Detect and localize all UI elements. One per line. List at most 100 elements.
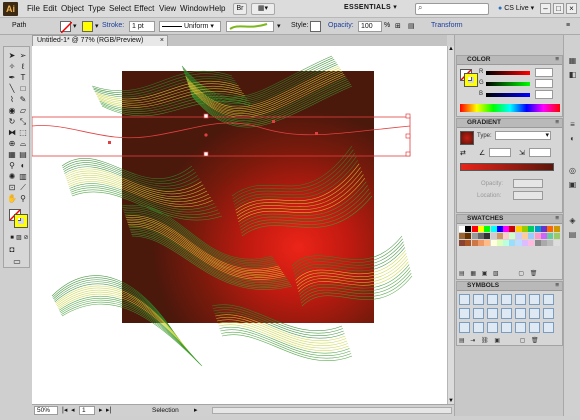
swatch[interactable] (522, 240, 528, 246)
zoom-field[interactable]: 50% (34, 406, 58, 415)
aspect-ratio-field[interactable] (529, 148, 551, 157)
swatch[interactable] (503, 226, 510, 232)
swatch[interactable] (540, 240, 547, 246)
swatch[interactable] (540, 233, 547, 239)
perspective-grid-icon[interactable]: ⌓ (18, 139, 28, 149)
symbol-thumbnail[interactable] (473, 322, 484, 333)
swatch[interactable] (547, 240, 554, 246)
color-stroke-box[interactable] (464, 73, 478, 87)
gradient-thumbnail[interactable] (460, 131, 474, 145)
swatch[interactable] (490, 226, 497, 232)
blend-tool-icon[interactable]: ◐ (18, 161, 28, 171)
symbol-thumbnail[interactable] (515, 294, 526, 305)
bbox-handle-top-right[interactable] (405, 113, 411, 119)
swatch[interactable] (471, 233, 478, 239)
menu-edit[interactable]: Edit (43, 4, 57, 13)
symbol-thumbnail[interactable] (459, 322, 470, 333)
swatch[interactable] (477, 240, 484, 246)
swatch[interactable] (515, 226, 522, 232)
r-slider[interactable] (486, 71, 530, 75)
swatch-libraries-icon[interactable]: ▤ (459, 271, 465, 277)
close-button[interactable]: × (566, 3, 577, 14)
panel-menu-icon[interactable]: ≡ (555, 282, 559, 290)
arrange-documents-button[interactable]: ▦▾ (251, 3, 275, 15)
swatches-panel-title[interactable]: SWATCHES ≡ (457, 215, 562, 224)
status-mode[interactable]: Selection (152, 407, 179, 414)
color-guide-icon[interactable]: ▦ (567, 55, 578, 66)
previous-artboard-icon[interactable]: ◂ (71, 406, 75, 414)
swatch[interactable] (503, 240, 510, 246)
graphic-style-swatch[interactable] (310, 21, 321, 32)
status-mode-arrow-icon[interactable]: ▸ (194, 406, 198, 414)
next-artboard-icon[interactable]: ▸ (99, 406, 103, 414)
swatch[interactable] (547, 226, 554, 232)
swatch[interactable] (496, 226, 503, 232)
g-value-field[interactable] (535, 79, 553, 88)
swatch[interactable] (509, 233, 516, 239)
panel-menu-icon[interactable]: ≡ (555, 56, 559, 64)
type-tool-icon[interactable]: T (18, 73, 28, 83)
stroke-weight-field[interactable]: 1 pt (129, 21, 155, 32)
symbol-libraries-icon[interactable]: ▤ (459, 338, 465, 344)
blob-brush-icon[interactable]: ◉ (7, 106, 17, 116)
stroke-panel-icon[interactable]: ≡ (567, 119, 578, 130)
symbol-thumbnail[interactable] (473, 308, 484, 319)
pen-tool-icon[interactable]: ✒ (7, 73, 17, 83)
direct-selection-tool-icon[interactable]: ➢ (18, 51, 28, 61)
symbol-thumbnail[interactable] (487, 322, 498, 333)
reverse-gradient-icon[interactable]: ⇄ (460, 149, 466, 157)
symbol-thumbnail[interactable] (543, 294, 554, 305)
delete-symbol-icon[interactable]: 🗑 (531, 338, 539, 344)
swatch[interactable] (471, 226, 478, 232)
swatch[interactable] (503, 233, 510, 239)
transform-link[interactable]: Transform (431, 22, 463, 29)
variable-width-profile[interactable]: Uniform ▾ (159, 21, 221, 32)
swatch[interactable] (534, 240, 541, 246)
fill-swatch[interactable] (60, 21, 73, 34)
swatch[interactable] (484, 226, 491, 232)
angle-field[interactable] (489, 148, 511, 157)
symbol-thumbnail[interactable] (529, 294, 540, 305)
color-themes-icon[interactable]: ◧ (567, 69, 578, 80)
fill-stroke-widget[interactable] (9, 209, 28, 228)
swatch[interactable] (484, 233, 491, 239)
symbol-thumbnail[interactable] (487, 308, 498, 319)
swatch[interactable] (459, 240, 465, 246)
swatch[interactable] (534, 226, 541, 232)
horizontal-scrollbar[interactable] (212, 407, 452, 414)
aspect-ratio-icon[interactable]: ⇲ (519, 149, 525, 157)
swatch[interactable] (459, 233, 465, 239)
artboards-panel-icon[interactable]: ▤ (567, 229, 578, 240)
color-panel-title[interactable]: COLOR ≡ (457, 56, 562, 65)
swatch[interactable] (496, 240, 503, 246)
opacity-field[interactable]: 100 (358, 21, 382, 32)
swatch[interactable] (515, 233, 522, 239)
swatch[interactable] (522, 226, 528, 232)
hand-tool-icon[interactable]: ✋ (7, 194, 17, 204)
place-symbol-icon[interactable]: ⇥ (470, 338, 475, 344)
artboard-tool-icon[interactable]: ⊡ (7, 183, 17, 193)
menu-window[interactable]: Window (180, 4, 208, 13)
symbol-sprayer-icon[interactable]: ✺ (7, 172, 17, 182)
swatch[interactable] (553, 233, 560, 239)
gradient-slider[interactable] (460, 163, 554, 171)
bbox-handle-right[interactable] (405, 133, 411, 139)
r-value-field[interactable] (535, 68, 553, 77)
swatch[interactable] (509, 240, 516, 246)
control-panel-menu-icon[interactable]: ≡ (566, 22, 570, 29)
show-kinds-icon[interactable]: ▦ (470, 271, 476, 277)
color-spectrum-bar[interactable] (460, 104, 560, 112)
free-transform-icon[interactable]: ⬚ (18, 128, 28, 138)
minimize-button[interactable]: – (540, 3, 551, 14)
opacity-label[interactable]: Opacity: (328, 22, 354, 29)
symbol-thumbnail[interactable] (529, 308, 540, 319)
angle-icon[interactable]: ∠ (479, 149, 485, 157)
swatch[interactable] (528, 226, 535, 232)
magic-wand-icon[interactable]: ✧ (7, 62, 17, 72)
symbol-grid[interactable] (459, 294, 561, 336)
align-to-icon[interactable]: ⊞ (395, 22, 401, 30)
none-mode-icon[interactable]: ⊘ (21, 233, 31, 243)
menu-select[interactable]: Select (109, 4, 131, 13)
brush-definition[interactable] (226, 21, 274, 32)
swatch[interactable] (528, 233, 535, 239)
